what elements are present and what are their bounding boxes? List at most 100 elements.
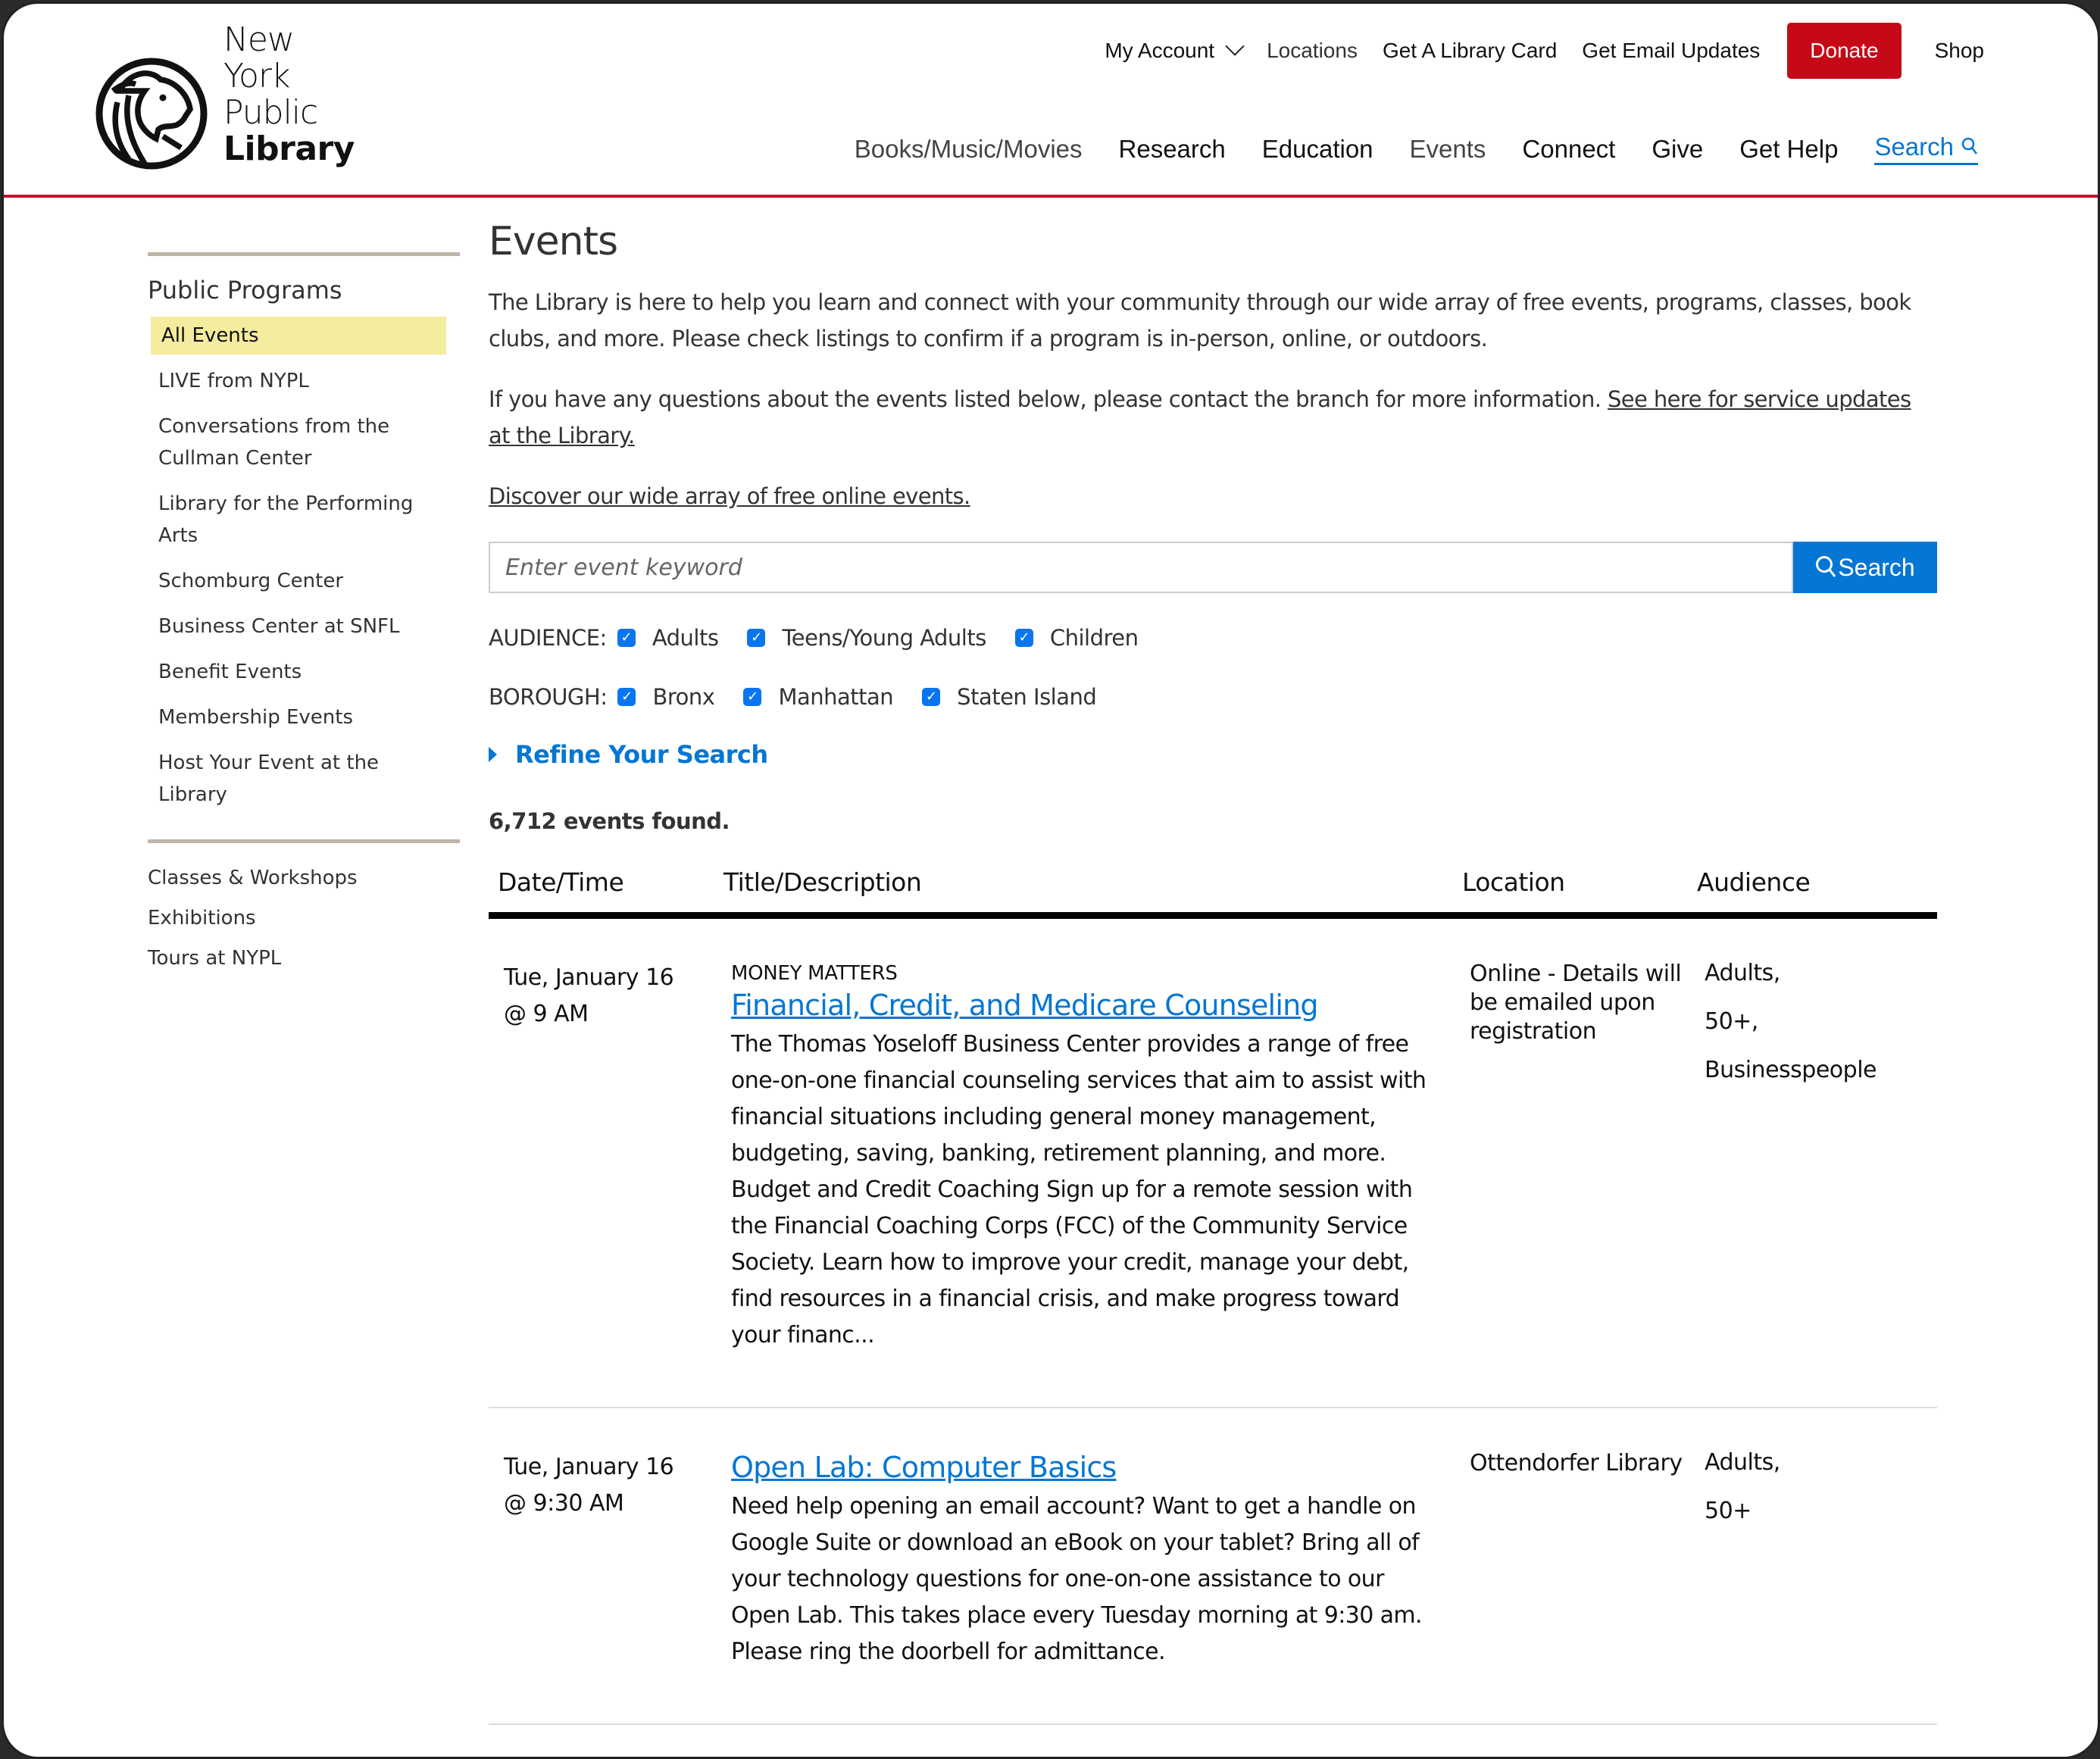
borough-checkbox-manhattan[interactable]: ✓ Manhattan (743, 684, 894, 710)
search-button-label: Search (1838, 553, 1915, 581)
nav-books-music-movies[interactable]: Books/Music/Movies (855, 135, 1083, 164)
checkbox-label: Adults (652, 625, 719, 651)
header-title: Title/Description (723, 867, 922, 897)
table-row: Tue, January 16 @ 9 AM MONEY MATTERS Fin… (489, 919, 1937, 1408)
logo-line-1: New York (223, 20, 295, 95)
sidebar-item-benefit-events[interactable]: Benefit Events (148, 653, 436, 691)
search-icon (1816, 556, 1836, 577)
borough-label: BOROUGH: (489, 684, 608, 710)
sidebar-item-tours[interactable]: Tours at NYPL (148, 939, 460, 979)
sidebar-item-cullman-center[interactable]: Conversations from the Cullman Center (148, 408, 436, 477)
locations-link[interactable]: Locations (1267, 39, 1358, 63)
event-date: Tue, January 16 (504, 964, 674, 991)
event-info: Open Lab: Computer Basics Need help open… (723, 1449, 1462, 1670)
audience-tag: Adults, (1705, 1449, 1780, 1476)
checkbox-label: Staten Island (957, 684, 1097, 710)
table-header: Date/Time Title/Description Location Aud… (489, 867, 1937, 919)
audience-filter: AUDIENCE: ✓ Adults ✓ Teens/Young Adults ✓ C… (489, 625, 1937, 651)
nav-give[interactable]: Give (1652, 135, 1703, 164)
event-category: MONEY MATTERS (731, 962, 898, 985)
audience-tag: Businesspeople (1705, 1057, 1877, 1083)
event-datetime: Tue, January 16 @ 9 AM (489, 960, 723, 1354)
lion-logo-icon (95, 58, 208, 170)
refine-search-toggle[interactable]: Refine Your Search (489, 740, 1937, 769)
checkbox-checked-icon: ✓ (617, 629, 636, 647)
event-title-link[interactable]: Open Lab: Computer Basics (731, 1449, 1117, 1486)
sidebar-item-live-from-nypl[interactable]: LIVE from NYPL (148, 362, 436, 400)
checkbox-label: Teens/Young Adults (782, 625, 986, 651)
sidebar-item-host-your-event[interactable]: Host Your Event at the Library (148, 744, 436, 814)
main-content: Events The Library is here to help you l… (489, 219, 1937, 1725)
nypl-logo[interactable]: New York Public Library (95, 22, 367, 173)
nav-connect[interactable]: Connect (1522, 135, 1615, 164)
sidebar-heading: Public Programs (148, 276, 342, 305)
audience-checkbox-children[interactable]: ✓ Children (1014, 625, 1139, 651)
event-description: The Thomas Yoseloff Business Center prov… (731, 1031, 1427, 1348)
online-events-paragraph: Discover our wide array of free online e… (489, 478, 1937, 514)
intro-contact-text: If you have any questions about the even… (489, 386, 1608, 412)
sidebar-item-all-events[interactable]: All Events (151, 317, 446, 355)
shop-link[interactable]: Shop (1935, 39, 1984, 63)
event-title-link[interactable]: Financial, Credit, and Medicare Counseli… (731, 987, 1318, 1023)
nav-research[interactable]: Research (1119, 135, 1226, 164)
checkbox-checked-icon: ✓ (922, 688, 941, 706)
refine-search-label: Refine Your Search (515, 740, 768, 769)
event-location: Ottendorfer Library (1470, 1450, 1683, 1476)
checkbox-label: Manhattan (778, 684, 894, 710)
nav-get-help[interactable]: Get Help (1739, 135, 1838, 164)
borough-checkbox-bronx[interactable]: ✓ Bronx (617, 684, 715, 710)
borough-checkbox-staten-island[interactable]: ✓ Staten Island (922, 684, 1097, 710)
sidebar-divider (148, 252, 460, 256)
intro: The Library is here to help you learn an… (489, 284, 1937, 514)
search-button[interactable]: Search (1793, 542, 1937, 593)
audience-tag: Adults, (1705, 960, 1780, 986)
audience-tag: 50+ (1705, 1498, 1752, 1524)
borough-filter: BOROUGH: ✓ Bronx ✓ Manhattan ✓ Staten Islan… (489, 684, 1937, 710)
sidebar-item-classes-workshops[interactable]: Classes & Workshops (148, 858, 460, 898)
audience-checkbox-adults[interactable]: ✓ Adults (617, 625, 719, 651)
event-datetime: Tue, January 16 @ 9:30 AM (489, 1449, 723, 1670)
checkbox-checked-icon: ✓ (747, 629, 766, 647)
my-account-label: My Account (1105, 39, 1215, 62)
events-table: Date/Time Title/Description Location Aud… (489, 867, 1937, 1725)
logo-line-3: Library (223, 130, 355, 168)
my-account-menu[interactable]: My Account (1105, 36, 1245, 63)
intro-paragraph: The Library is here to help you learn an… (489, 289, 1911, 351)
audience-checkbox-teens[interactable]: ✓ Teens/Young Adults (747, 625, 986, 651)
sidebar-secondary-list: Classes & Workshops Exhibitions Tours at… (148, 858, 460, 979)
sidebar-list: All Events LIVE from NYPL Conversations … (148, 317, 460, 814)
sidebar-item-business-center[interactable]: Business Center at SNFL (148, 608, 436, 645)
browser-frame: New York Public Library My Account Locat… (2, 2, 2100, 1759)
logo-wordmark: New York Public Library (223, 22, 367, 167)
event-description: Need help opening an email account? Want… (731, 1493, 1423, 1665)
sidebar-item-schomburg-center[interactable]: Schomburg Center (148, 562, 436, 600)
sidebar-item-exhibitions[interactable]: Exhibitions (148, 898, 460, 939)
chevron-down-icon (1225, 36, 1245, 56)
nav-search-label: Search (1874, 133, 1954, 161)
sidebar-item-performing-arts[interactable]: Library for the Performing Arts (148, 485, 436, 555)
header-audience: Audience (1697, 867, 1811, 897)
nav-education[interactable]: Education (1262, 135, 1373, 164)
nav-events[interactable]: Events (1410, 135, 1486, 164)
caret-right-icon (489, 747, 497, 762)
header-date: Date/Time (498, 867, 624, 897)
donate-button[interactable]: Donate (1787, 23, 1902, 79)
checkbox-label: Bronx (652, 684, 715, 710)
library-card-link[interactable]: Get A Library Card (1383, 39, 1557, 63)
results-count: 6,712 events found. (489, 808, 730, 834)
event-search-bar: Search (489, 542, 1937, 593)
sidebar-item-membership-events[interactable]: Membership Events (148, 698, 436, 736)
site-header: New York Public Library My Account Locat… (4, 4, 2098, 198)
search-icon (1961, 137, 1977, 155)
event-info: MONEY MATTERS Financial, Credit, and Med… (723, 960, 1462, 1354)
sidebar: Public Programs All Events LIVE from NYP… (148, 252, 460, 979)
event-time: @ 9 AM (504, 1001, 589, 1027)
checkbox-checked-icon: ✓ (1014, 629, 1033, 647)
online-events-link[interactable]: Discover our wide array of free online e… (489, 483, 970, 509)
utility-nav: My Account Locations Get A Library Card … (1080, 22, 1984, 80)
event-keyword-input[interactable] (489, 542, 1793, 593)
nav-search[interactable]: Search (1874, 133, 1978, 165)
event-date: Tue, January 16 (504, 1454, 674, 1480)
email-updates-link[interactable]: Get Email Updates (1582, 39, 1760, 63)
event-location: Online - Details will be emailed upon re… (1470, 961, 1682, 1045)
